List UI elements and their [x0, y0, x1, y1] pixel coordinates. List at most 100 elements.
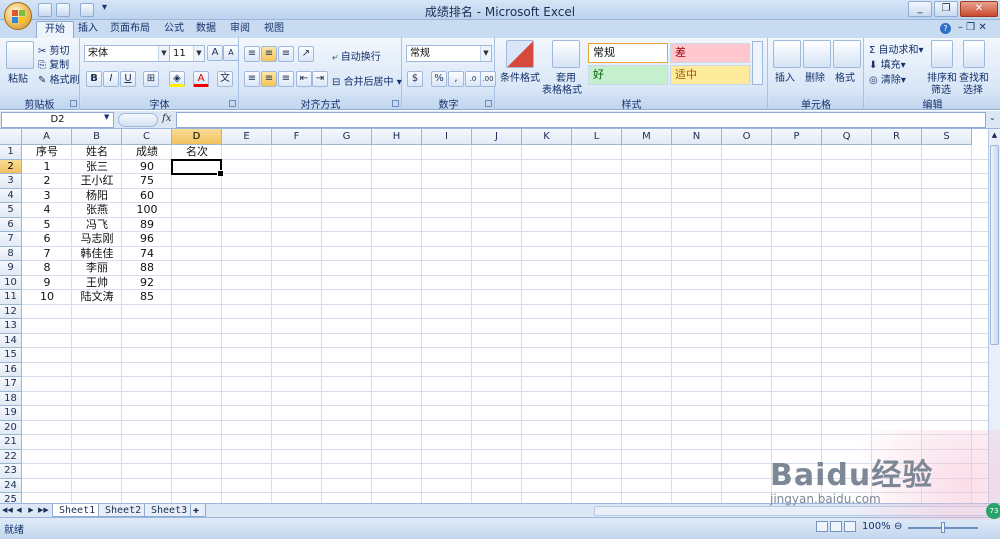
insert-sheet-icon[interactable]: ✚ [190, 504, 206, 517]
scroll-up-icon[interactable]: ▲ [990, 131, 999, 143]
fill-color-icon[interactable]: ◈ [169, 71, 185, 87]
table-cell[interactable]: 5 [22, 218, 72, 232]
table-cell[interactable]: 6 [22, 232, 72, 246]
sort-filter-line2[interactable]: 筛选 [931, 81, 951, 96]
align-top-icon[interactable]: ≡ [244, 46, 260, 62]
align-middle-icon[interactable]: ≡ [261, 46, 277, 62]
column-header-j[interactable]: J [472, 129, 522, 145]
table-cell[interactable]: 张燕 [72, 203, 122, 217]
table-cell[interactable]: 韩佳佳 [72, 247, 122, 261]
style-neutral[interactable]: 适中 [670, 65, 750, 85]
align-left-icon[interactable]: ≡ [244, 71, 260, 87]
phonetic-icon[interactable]: 文 [217, 71, 233, 87]
column-header-d[interactable]: D [172, 129, 222, 145]
table-cell[interactable]: 1 [22, 160, 72, 174]
header-cell[interactable]: 名次 [172, 145, 222, 159]
row-header-1[interactable]: 1 [0, 145, 22, 160]
prev-sheet-icon[interactable]: ◀ [14, 505, 24, 516]
styles-scroll[interactable] [752, 41, 763, 85]
comma-style-icon[interactable]: , [448, 71, 464, 87]
table-cell[interactable]: 90 [122, 160, 172, 174]
align-right-icon[interactable]: ≡ [278, 71, 294, 87]
tab-review[interactable]: 审阅 [222, 21, 258, 38]
column-header-k[interactable]: K [522, 129, 572, 145]
column-header-b[interactable]: B [72, 129, 122, 145]
column-header-a[interactable]: A [22, 129, 72, 145]
font-size-select[interactable]: 11 ▼ [169, 45, 205, 62]
column-header-p[interactable]: P [772, 129, 822, 145]
column-header-l[interactable]: L [572, 129, 622, 145]
table-cell[interactable]: 冯飞 [72, 218, 122, 232]
zoom-level[interactable]: 100% [862, 521, 891, 532]
table-cell[interactable]: 王帅 [72, 276, 122, 290]
clipboard-launcher-icon[interactable] [70, 100, 77, 107]
shrink-font-icon[interactable]: A [223, 45, 239, 61]
table-cell[interactable]: 2 [22, 174, 72, 188]
restore-button[interactable]: ❐ [934, 1, 958, 17]
format-cells-button[interactable]: 格式 [835, 69, 855, 84]
zoom-out-icon[interactable]: ⊖ [894, 521, 902, 532]
row-header-16[interactable]: 16 [0, 362, 22, 377]
next-sheet-icon[interactable]: ▶ [26, 505, 36, 516]
bold-icon[interactable]: B [86, 71, 102, 87]
last-sheet-icon[interactable]: ▶▶ [38, 505, 49, 516]
table-cell[interactable]: 92 [122, 276, 172, 290]
cut-button[interactable]: ✂ 剪切 [38, 42, 70, 57]
row-header-14[interactable]: 14 [0, 333, 22, 348]
column-header-s[interactable]: S [922, 129, 972, 145]
close-button[interactable]: ✕ [960, 1, 998, 17]
increase-decimal-icon[interactable]: .0 [465, 71, 481, 87]
page-break-view-icon[interactable] [844, 521, 856, 532]
sheet-tab-3[interactable]: Sheet3 [144, 504, 195, 517]
row-header-7[interactable]: 7 [0, 232, 22, 247]
table-cell[interactable]: 王小红 [72, 174, 122, 188]
active-cell-selection[interactable] [171, 158, 224, 177]
row-header-19[interactable]: 19 [0, 406, 22, 421]
clear-button[interactable]: ◎ 清除▾ [869, 71, 906, 86]
column-header-c[interactable]: C [122, 129, 172, 145]
column-header-r[interactable]: R [872, 129, 922, 145]
sheet-tab-2[interactable]: Sheet2 [98, 504, 149, 517]
decrease-decimal-icon[interactable]: .00 [480, 71, 496, 87]
header-cell[interactable]: 成绩 [122, 145, 172, 159]
row-header-10[interactable]: 10 [0, 275, 22, 290]
wrap-text-button[interactable]: ⤶ 自动换行 [332, 48, 381, 63]
table-cell[interactable]: 杨阳 [72, 189, 122, 203]
fill-button[interactable]: ⬇ 填充▾ [869, 56, 906, 71]
conditional-format-icon[interactable] [506, 40, 534, 68]
table-cell[interactable]: 88 [122, 261, 172, 275]
column-header-g[interactable]: G [322, 129, 372, 145]
tab-view[interactable]: 视图 [256, 21, 292, 38]
insert-cells-button[interactable]: 插入 [775, 69, 795, 84]
table-cell[interactable]: 9 [22, 276, 72, 290]
format-as-table-icon[interactable] [552, 40, 580, 68]
format-as-table-line2[interactable]: 表格格式 [542, 81, 582, 96]
row-header-8[interactable]: 8 [0, 246, 22, 261]
row-header-15[interactable]: 15 [0, 348, 22, 363]
format-cells-icon[interactable] [833, 40, 861, 68]
alignment-launcher-icon[interactable] [392, 100, 399, 107]
table-cell[interactable]: 马志刚 [72, 232, 122, 246]
table-cell[interactable]: 10 [22, 290, 72, 304]
row-header-25[interactable]: 25 [0, 493, 22, 503]
insert-function-icon[interactable]: fx [162, 113, 171, 124]
zoom-slider-thumb[interactable] [941, 522, 945, 533]
formula-input[interactable] [176, 112, 986, 128]
row-header-13[interactable]: 13 [0, 319, 22, 334]
column-header-q[interactable]: Q [822, 129, 872, 145]
row-header-5[interactable]: 5 [0, 203, 22, 218]
delete-cells-icon[interactable] [803, 40, 831, 68]
table-cell[interactable]: 85 [122, 290, 172, 304]
row-header-4[interactable]: 4 [0, 188, 22, 203]
row-header-11[interactable]: 11 [0, 290, 22, 305]
sheet-tab-1[interactable]: Sheet1 [52, 504, 103, 517]
number-format-select[interactable]: 常规 ▼ [406, 45, 492, 62]
tab-page-layout[interactable]: 页面布局 [102, 21, 158, 38]
style-good[interactable]: 好 [588, 65, 668, 85]
row-header-24[interactable]: 24 [0, 478, 22, 493]
column-header-m[interactable]: M [622, 129, 672, 145]
tab-formulas[interactable]: 公式 [156, 21, 192, 38]
row-header-20[interactable]: 20 [0, 420, 22, 435]
customize-quick-access-icon[interactable]: ▾ [102, 2, 107, 13]
redo-icon[interactable] [80, 3, 94, 17]
